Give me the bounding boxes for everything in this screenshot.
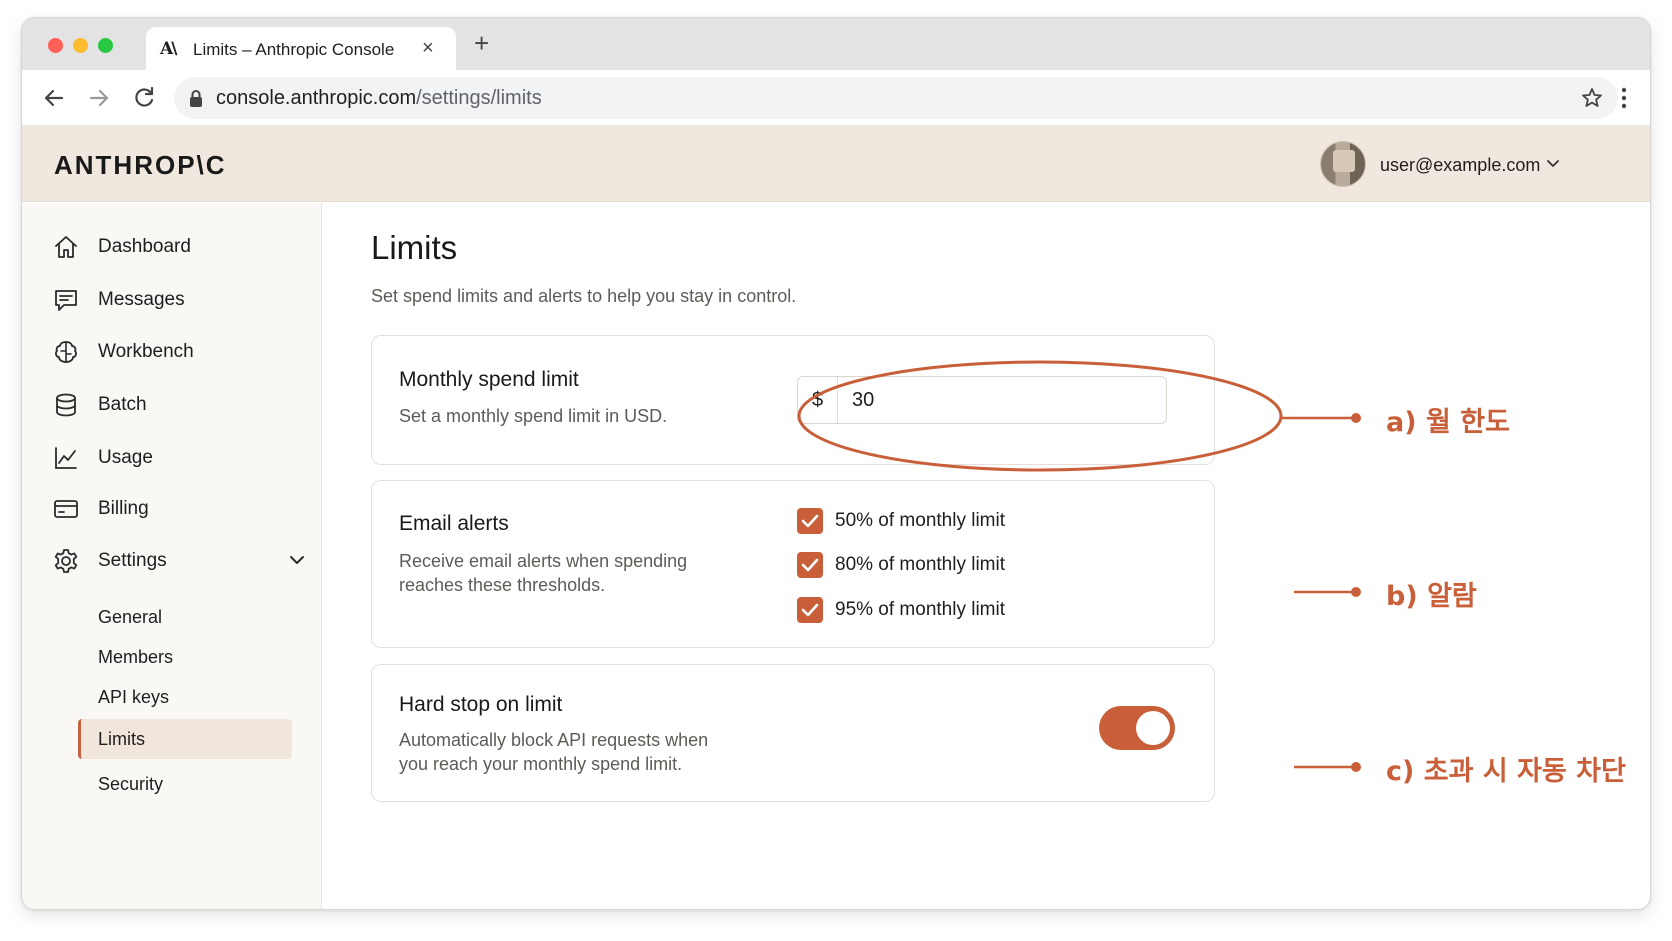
sidebar-item-workbench[interactable]: Workbench <box>48 334 298 370</box>
chevron-down-icon[interactable] <box>288 553 306 567</box>
user-email[interactable]: user@example.com <box>1380 155 1540 176</box>
bookmark-star-icon[interactable] <box>1580 86 1604 110</box>
sidebar-item-billing[interactable]: Billing <box>48 491 298 527</box>
tab-close-icon[interactable]: × <box>422 37 434 60</box>
sidebar-item-label: Messages <box>98 289 185 310</box>
hard-stop-toggle[interactable] <box>1099 706 1175 750</box>
annotation-label-c: c) 초과 시 자동 차단 <box>1386 756 1626 787</box>
card-description-line: Receive email alerts when spending <box>399 551 688 571</box>
workbench-icon <box>55 341 77 363</box>
card-description-line: reaches these thresholds. <box>399 575 606 595</box>
card-description: Receive email alerts when spending reach… <box>399 549 687 597</box>
monthly-spend-card: Monthly spend limit Set a monthly spend … <box>371 335 1215 465</box>
sidebar-item-label: Dashboard <box>98 236 191 257</box>
currency-prefix: $ <box>798 377 838 423</box>
reload-icon[interactable] <box>130 84 158 112</box>
alert-option-label: 95% of monthly limit <box>835 599 1006 620</box>
credit-card-icon <box>54 500 78 518</box>
sidebar-item-batch[interactable]: Batch <box>48 387 298 423</box>
url-path: /settings/limits <box>416 87 542 109</box>
hard-stop-card: Hard stop on limit Automatically block A… <box>371 664 1215 802</box>
sidebar-item-label: Billing <box>98 498 149 519</box>
sidebar-item-label: Settings <box>98 550 167 571</box>
annotation-label-a: a) 월 한도 <box>1386 407 1510 438</box>
minimize-window-button[interactable] <box>73 38 88 53</box>
spend-limit-field[interactable] <box>852 389 1142 412</box>
new-tab-button[interactable]: + <box>474 30 489 56</box>
alert-option-label: 50% of monthly limit <box>835 510 1006 531</box>
back-arrow-icon[interactable] <box>40 84 68 112</box>
card-description-line: Automatically block API requests when <box>399 730 709 750</box>
sidebar-subitem-security[interactable]: Security <box>98 774 163 795</box>
forward-arrow-icon[interactable] <box>85 84 113 112</box>
page-title: Limits <box>371 229 458 266</box>
browser-menu-icon[interactable] <box>1618 84 1630 112</box>
close-window-button[interactable] <box>48 38 63 53</box>
browser-tab[interactable]: A\ Limits – Anthropic Console × <box>146 27 456 70</box>
sidebar-item-messages[interactable]: Messages <box>48 282 298 318</box>
lock-icon <box>190 90 202 107</box>
page-subtitle: Set spend limits and alerts to help you … <box>371 286 797 306</box>
card-title: Hard stop on limit <box>399 693 563 716</box>
chevron-down-icon[interactable] <box>1546 158 1560 170</box>
sidebar-item-dashboard[interactable]: Dashboard <box>48 229 298 265</box>
avatar[interactable] <box>1320 141 1366 187</box>
checkbox-checked[interactable] <box>797 552 823 578</box>
sidebar-item-usage[interactable]: Usage <box>48 440 298 476</box>
toggle-knob <box>1136 711 1170 745</box>
card-description: Automatically block API requests when yo… <box>399 728 708 776</box>
url-host: console.anthropic.com <box>216 87 417 109</box>
maximize-window-button[interactable] <box>98 38 113 53</box>
url-text: console.anthropic.com/settings/limits <box>216 87 542 110</box>
sidebar-item-label: Batch <box>98 394 147 415</box>
alert-option-label: 80% of monthly limit <box>835 554 1006 575</box>
sidebar-item-label: Usage <box>98 447 153 468</box>
address-bar[interactable]: console.anthropic.com/settings/limits <box>174 77 1618 119</box>
card-description-line: you reach your monthly spend limit. <box>399 754 683 774</box>
spend-limit-input[interactable]: $ <box>797 376 1167 424</box>
sidebar: Dashboard Messages Workbench Batch Usage… <box>22 203 322 909</box>
sidebar-subitem-general[interactable]: General <box>98 607 162 628</box>
main-content: Limits Set spend limits and alerts to he… <box>322 203 1650 909</box>
checkbox-checked[interactable] <box>797 508 823 534</box>
anthropic-favicon-icon: A\ <box>160 39 177 59</box>
email-alerts-card: Email alerts Receive email alerts when s… <box>371 480 1215 648</box>
chart-icon <box>55 447 77 469</box>
card-title: Monthly spend limit <box>399 368 579 391</box>
checkmark-icon <box>801 514 819 528</box>
card-title: Email alerts <box>399 512 509 535</box>
sidebar-subitem-members[interactable]: Members <box>98 647 173 668</box>
app-header: ANTHROP\C user@example.com <box>22 126 1650 202</box>
sidebar-item-label: Workbench <box>98 341 194 362</box>
sidebar-item-settings[interactable]: Settings <box>48 543 304 579</box>
database-icon <box>56 393 76 417</box>
anthropic-logo[interactable]: ANTHROP\C <box>54 150 227 181</box>
tab-strip: A\ Limits – Anthropic Console × + <box>22 18 1650 70</box>
sidebar-subitem-api-keys[interactable]: API keys <box>98 687 169 708</box>
checkbox-checked[interactable] <box>797 597 823 623</box>
messages-icon <box>55 290 77 311</box>
annotation-label-b: b) 알람 <box>1386 581 1477 612</box>
sidebar-subitem-limits[interactable]: Limits <box>98 729 145 750</box>
gear-icon <box>54 549 78 573</box>
home-icon <box>55 236 77 258</box>
tab-title: Limits – Anthropic Console <box>193 40 395 59</box>
checkmark-icon <box>801 558 819 572</box>
card-description: Set a monthly spend limit in USD. <box>399 406 668 426</box>
browser-toolbar: console.anthropic.com/settings/limits <box>22 70 1650 126</box>
checkmark-icon <box>801 603 819 617</box>
